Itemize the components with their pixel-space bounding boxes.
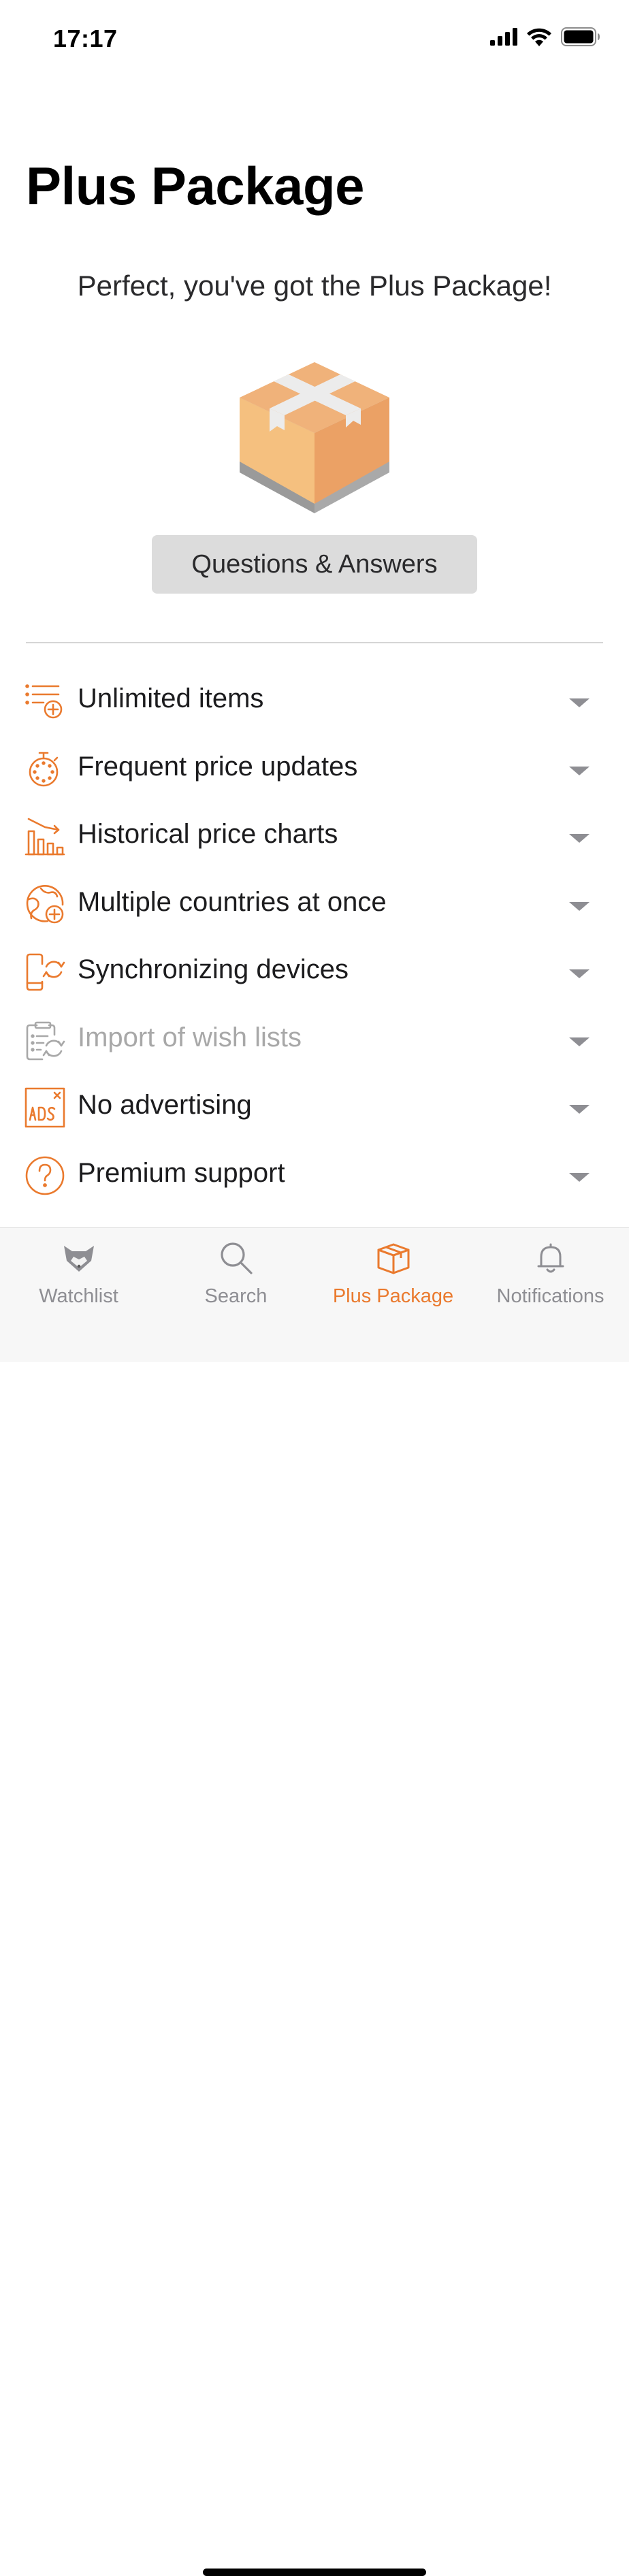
- feature-list: Unlimited items Frequent price updates H…: [0, 667, 629, 1209]
- tab-label: Search: [204, 1285, 268, 1307]
- page-title: Plus Package: [26, 156, 364, 216]
- search-icon: [220, 1242, 253, 1274]
- list-add-icon: [25, 684, 63, 719]
- page-subtitle: Perfect, you've got the Plus Package!: [77, 270, 552, 302]
- feature-label: Premium support: [78, 1157, 285, 1188]
- feature-row-no-advertising[interactable]: No advertising: [0, 1074, 629, 1142]
- fox-icon: [63, 1246, 94, 1272]
- chevron-down-icon[interactable]: [569, 901, 590, 911]
- cellular-signal-icon: [490, 28, 517, 46]
- stopwatch-icon: [29, 752, 59, 786]
- package-icon: [377, 1243, 409, 1274]
- feature-row-multiple-countries[interactable]: Multiple countries at once: [0, 871, 629, 939]
- divider: [26, 642, 603, 643]
- feature-row-sync-devices[interactable]: Synchronizing devices: [0, 938, 629, 1006]
- status-time: 17:17: [53, 25, 118, 52]
- chevron-down-icon[interactable]: [569, 1172, 590, 1182]
- home-indicator[interactable]: [203, 2569, 426, 2576]
- tab-search[interactable]: Search: [157, 1240, 314, 1308]
- chevron-down-icon[interactable]: [569, 1037, 590, 1046]
- chevron-down-icon[interactable]: [569, 834, 590, 843]
- tab-label: Plus Package: [332, 1285, 454, 1307]
- feature-label: Synchronizing devices: [78, 954, 349, 984]
- status-bar: 17:17: [0, 0, 629, 80]
- battery-icon: [561, 27, 600, 46]
- clipboard-import-icon: [26, 1021, 65, 1060]
- tab-plus-package[interactable]: Plus Package: [314, 1240, 472, 1308]
- price-chart-icon: [25, 818, 65, 856]
- feature-label: Multiple countries at once: [78, 886, 387, 917]
- sync-device-icon: [26, 953, 65, 991]
- chevron-down-icon[interactable]: [569, 698, 590, 707]
- tab-notifications[interactable]: Notifications: [472, 1240, 629, 1308]
- feature-row-historical-charts[interactable]: Historical price charts: [0, 803, 629, 871]
- chevron-down-icon[interactable]: [569, 1105, 590, 1114]
- feature-row-unlimited-items[interactable]: Unlimited items: [0, 667, 629, 735]
- feature-label: No advertising: [78, 1090, 252, 1120]
- tab-label: Notifications: [496, 1285, 604, 1307]
- feature-label: Historical price charts: [78, 819, 338, 849]
- feature-row-premium-support[interactable]: Premium support: [0, 1142, 629, 1210]
- feature-label: Import of wish lists: [78, 1022, 302, 1052]
- feature-row-frequent-updates[interactable]: Frequent price updates: [0, 735, 629, 803]
- wifi-icon: [527, 28, 551, 46]
- feature-label: Unlimited items: [78, 683, 264, 713]
- no-ads-icon: [25, 1087, 65, 1128]
- status-icons: [490, 27, 600, 46]
- chevron-down-icon[interactable]: [569, 969, 590, 978]
- questions-answers-button[interactable]: Questions & Answers: [152, 535, 477, 594]
- feature-label: Frequent price updates: [78, 751, 358, 782]
- chevron-down-icon[interactable]: [569, 766, 590, 775]
- bell-icon: [537, 1243, 564, 1273]
- tab-watchlist[interactable]: Watchlist: [0, 1240, 157, 1308]
- feature-row-import-wishlists[interactable]: Import of wish lists: [0, 1006, 629, 1074]
- help-circle-icon: [25, 1156, 65, 1195]
- package-box-icon: [240, 362, 389, 513]
- tab-bar: Watchlist Search Plus Package Notificati…: [0, 1227, 629, 2576]
- tab-label: Watchlist: [39, 1285, 118, 1307]
- globe-add-icon: [26, 884, 64, 923]
